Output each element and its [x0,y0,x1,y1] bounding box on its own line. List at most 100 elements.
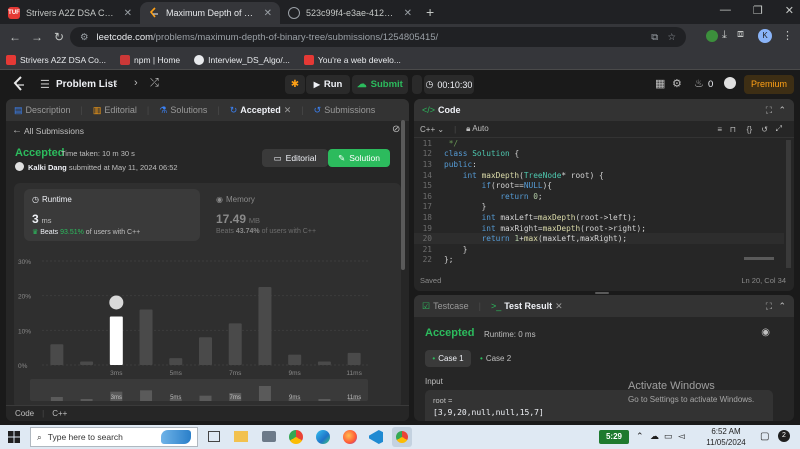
clock-time[interactable]: 6:52 AM [700,427,752,436]
camera-app-icon[interactable] [262,431,276,442]
minimize-icon[interactable]: — [720,4,731,17]
address-bar[interactable]: ⚙ leetcode.com/problems/maximum-depth-of… [70,27,686,47]
leetcode-logo-icon[interactable] [12,76,26,95]
braces-icon[interactable]: {} [747,125,752,134]
close-tab-icon[interactable]: ✕ [404,8,412,19]
case-1-button[interactable]: • Case 1 [425,350,471,367]
collapse-icon[interactable]: ⌃ [778,301,786,312]
code-line[interactable]: 22}; [414,255,784,266]
code-line[interactable]: 18 int maxLeft=maxDepth(root->left); [414,212,784,223]
problem-list-link[interactable]: Problem List [56,79,117,90]
layout-icon[interactable]: ▦ [655,77,665,90]
bookmark-interview[interactable]: Interview_DS_Algo/... [194,54,290,65]
cloud-icon[interactable]: ☁ [650,431,659,442]
editorial-button[interactable]: ▭ Editorial [262,149,328,167]
submitter-name[interactable]: Kalki Dang [28,163,67,172]
code-line[interactable]: 17 } [414,202,784,213]
run-button[interactable]: ▶ Run [306,75,350,94]
back-arrow-icon[interactable]: ← [12,125,22,136]
prev-problem-icon[interactable]: ‹ [114,77,118,89]
editor-scrollbar-thumb[interactable] [744,257,774,260]
fullscreen-icon[interactable]: ⤢ [776,124,782,134]
download-icon[interactable]: ⤓ [722,29,727,42]
bookmark-npm[interactable]: npm | Home [119,54,180,65]
translate-icon[interactable]: ⧉ [651,32,658,43]
bookmark-webdev[interactable]: You're a web develo... [303,54,401,65]
close-tab-icon[interactable]: ✕ [124,8,132,19]
next-problem-icon[interactable]: › [134,77,138,89]
close-tab-icon[interactable]: ✕ [284,105,292,116]
editor-vertical-scrollbar[interactable] [786,140,791,268]
link-icon[interactable]: ⊘ [392,124,400,135]
test-result-tab[interactable]: >_ Test Result ✕ [491,301,563,312]
bookmark-star-icon[interactable]: ☆ [667,32,676,43]
edge-icon[interactable] [316,430,330,444]
testcase-tab[interactable]: ☑ Testcase [422,301,469,312]
notifications-badge[interactable]: 2 [778,430,790,442]
clock-date[interactable]: 11/05/2024 [700,438,752,447]
tab-description[interactable]: ▤ Description [14,105,71,116]
language-select[interactable]: C++ ⌄ [420,125,444,134]
volume-icon[interactable]: ◅ [678,431,685,442]
debug-button[interactable]: ✱ [285,75,305,94]
chat-icon[interactable]: ▢ [760,431,769,442]
network-icon[interactable]: ▭ [664,431,673,442]
tab-submissions[interactable]: ↺ Submissions [314,105,376,116]
bookmark-icon[interactable]: ⊓ [730,125,736,134]
browser-tab-leetcode[interactable]: Maximum Depth of Binary Tree ✕ [140,2,280,24]
code-line[interactable]: 15 if(root==NULL){ [414,180,784,191]
premium-button[interactable]: Premium [744,75,794,94]
autocomplete-toggle[interactable]: 🔒︎ Auto [466,124,489,134]
file-explorer-icon[interactable] [234,431,248,442]
format-icon[interactable]: ≡ [717,125,722,134]
code-line[interactable]: 12 class Solution { [414,149,784,160]
vscode-icon[interactable] [369,430,383,444]
back-icon[interactable]: ← [4,30,26,44]
new-tab-button[interactable]: + [426,4,434,20]
tray-chevron-icon[interactable]: ⌃ [636,431,644,442]
maximize-icon[interactable]: ⛶ [766,105,772,116]
browser-tab-strivers[interactable]: TUF Strivers A2Z DSA Course/Sheet ✕ [0,2,140,24]
memory-label[interactable]: Memory [226,195,255,204]
firefox-icon[interactable] [343,430,357,444]
eye-icon[interactable]: ◉ [761,327,770,338]
tab-solutions[interactable]: ⚗ Solutions [159,105,207,116]
case-2-button[interactable]: • Case 2 [480,350,511,367]
windows-start-icon[interactable] [8,431,20,443]
code-line[interactable]: 21 } [414,244,784,255]
close-window-icon[interactable]: ✕ [785,4,794,17]
tab-editorial[interactable]: ▥ Editorial [93,105,137,116]
shuffle-icon[interactable]: ⤮ [150,77,159,90]
code-line[interactable]: 20 return 1+max(maxLeft,maxRight); [414,233,784,244]
task-view-icon[interactable] [208,431,220,442]
code-line[interactable]: 13 public: [414,159,784,170]
bookmark-strivers[interactable]: Strivers A2Z DSA Co... [6,54,106,65]
settings-gear-icon[interactable]: ⚙ [672,77,682,90]
restore-icon[interactable]: ❐ [753,4,763,17]
note-button[interactable] [412,75,422,94]
profile-avatar[interactable]: K [758,29,772,43]
close-tab-icon[interactable]: ✕ [264,8,272,19]
site-info-icon[interactable]: ⚙ [80,32,89,43]
extension-icon[interactable] [706,30,718,42]
solution-button[interactable]: ✎ Solution [328,149,390,167]
code-tab[interactable]: </> Code [422,105,461,115]
timer[interactable]: ◷ 00:10:30 [424,75,474,94]
browser-tab-uuid[interactable]: 523c99f4-e3ae-4123-8454-ae... ✕ [280,2,420,24]
left-panel-scrollbar[interactable] [401,120,405,270]
browser-menu-icon[interactable]: ⋮ [782,29,793,42]
submit-button[interactable]: ☁ Submit [352,75,408,94]
forward-icon[interactable]: → [26,30,48,44]
reset-icon[interactable]: ↺ [761,125,768,134]
taskbar-search[interactable]: ⌕ Type here to search [30,427,198,447]
panel-resize-handle[interactable] [595,292,609,294]
reload-icon[interactable]: ↻ [48,30,70,44]
tab-accepted[interactable]: ↻ Accepted ✕ [230,105,292,116]
code-line[interactable]: 14 int maxDepth(TreeNode* root) { [414,170,784,181]
code-line[interactable]: 16 return 0; [414,191,784,202]
chrome-icon[interactable] [289,430,303,444]
all-submissions-link[interactable]: All Submissions [24,126,84,136]
code-line[interactable]: 19 int maxRight=maxDepth(root->right); [414,223,784,234]
user-avatar[interactable] [724,77,736,89]
widget-badge[interactable]: 5:29 [599,430,629,444]
